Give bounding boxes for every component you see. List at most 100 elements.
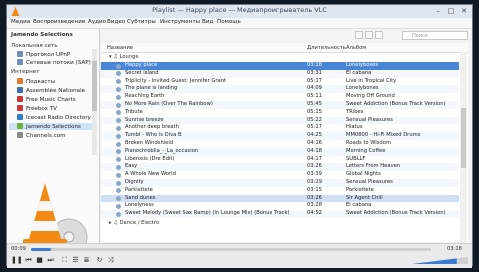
track-duration: 04:09 xyxy=(307,85,322,92)
column-album-header[interactable]: Альбом xyxy=(346,45,366,51)
track-title: Happy place xyxy=(125,62,158,68)
minimize-button[interactable]: – xyxy=(432,6,444,16)
volume-level xyxy=(412,258,457,264)
table-row[interactable]: Tumbl - Who is Diva B 04:25 MM0800 - Hi-Fi… xyxy=(101,132,459,140)
sidebar-item-channels[interactable]: Channels.com xyxy=(17,132,66,139)
menu-audio[interactable]: Аудио xyxy=(88,19,106,25)
extended-settings-button[interactable]: ☰ xyxy=(71,256,80,265)
track-title: Pianochroblia_-_La_occasion xyxy=(125,147,199,154)
track-duration: 05:17 xyxy=(307,124,322,131)
sidebar-item-freebox[interactable]: Freebox TV xyxy=(17,105,57,112)
playlist: Название Длительность Альбом ▾ ♫ Lounge … xyxy=(101,43,468,242)
shuffle-button[interactable]: ⤨ xyxy=(106,256,115,265)
table-row[interactable]: Happy place 03:18 Lonelyboxes xyxy=(101,62,459,70)
view-list-mode-button[interactable] xyxy=(365,31,373,39)
table-row[interactable]: Dignity 03:29 Sensual Pleasures xyxy=(101,179,459,187)
track-album: El cabana xyxy=(346,69,372,76)
track-icon xyxy=(116,79,121,85)
fullscreen-button[interactable]: ⛶ xyxy=(60,256,69,265)
playlist-scrollbar[interactable] xyxy=(460,52,467,242)
track-album: SUBLLF xyxy=(346,155,366,162)
sidebar-item-free-music-charts[interactable]: Free Music Charts xyxy=(17,96,76,103)
track-icon xyxy=(116,110,121,116)
column-title-header[interactable]: Название xyxy=(107,45,133,51)
menu-help[interactable]: Помощь xyxy=(217,19,241,25)
tv-icon xyxy=(17,105,23,111)
table-row[interactable]: Triplicity - Invited Guest: Jennifer Gra… xyxy=(101,78,459,86)
table-row[interactable]: Secret island 03:31 El cabana xyxy=(101,69,459,78)
track-icon xyxy=(116,125,121,131)
maximize-button[interactable]: □ xyxy=(445,6,457,16)
track-duration: 05:15 xyxy=(307,108,322,115)
menu-video[interactable]: Видео xyxy=(107,19,125,25)
menu-view[interactable]: Вид xyxy=(202,19,213,25)
menu-subtitles[interactable]: Субтитры xyxy=(127,19,156,25)
sidebar-item-label: Jamendo Selections xyxy=(26,124,81,130)
sidebar-item-sap[interactable]: Сетевые потоки (SAP) xyxy=(17,59,91,66)
track-icon xyxy=(116,188,121,194)
track-album: Lonelybones xyxy=(346,85,379,92)
track-duration: 03:26 xyxy=(307,194,322,201)
sidebar-scrollbar[interactable] xyxy=(92,49,97,155)
table-row[interactable]: Sunrise breeze 05:22 Sensual Pleasures xyxy=(101,116,459,125)
table-row[interactable]: Parkisttete 03:15 Parkisttete xyxy=(101,187,459,195)
track-icon xyxy=(116,149,121,155)
playlist-group-lounge[interactable]: ▾ ♫ Lounge xyxy=(109,54,139,60)
seek-bar[interactable] xyxy=(31,248,431,251)
sidebar-item-podcasts[interactable]: Подкасты xyxy=(17,78,55,85)
table-row[interactable]: Sand dunes 03:26 Sir Agent Chill xyxy=(101,194,459,203)
table-row[interactable]: A Whole New World 03:39 Global Nights xyxy=(101,171,459,179)
table-row[interactable]: Liberosis (Dre Edit) 04:17 SUBLLF xyxy=(101,156,459,164)
podcast-icon xyxy=(17,78,23,84)
track-title: Tribute xyxy=(125,108,143,115)
menu-tools[interactable]: Инструменты xyxy=(160,19,200,25)
table-row[interactable]: Easy 03:26 Letters From Heaven xyxy=(101,163,459,172)
sidebar-item-jamendo[interactable]: Jamendo Selections xyxy=(9,123,93,130)
volume-slider[interactable] xyxy=(412,257,468,264)
radio-icon xyxy=(17,114,23,120)
sidebar-item-assemblee[interactable]: Assemblée Nationale xyxy=(17,87,85,94)
sidebar-item-label: Сетевые потоки (SAP) xyxy=(26,60,91,66)
track-title: No More Rain (Over The Rainbow) xyxy=(125,101,213,107)
stop-button[interactable]: ■ xyxy=(35,256,44,265)
table-row[interactable]: Reaching Earth 05:11 Moving Off Ground xyxy=(101,93,459,101)
track-icon xyxy=(116,63,121,69)
close-button[interactable]: ✕ xyxy=(458,6,470,16)
table-row[interactable]: No More Rain (Over The Rainbow) 05:45 Swee… xyxy=(101,101,459,109)
table-row[interactable]: Pianochroblia_-_La_occasion 04:18 Morning … xyxy=(101,147,459,156)
track-duration: 04:16 xyxy=(307,140,322,146)
group-label: Dance / Electro xyxy=(119,220,160,226)
track-duration: 03:39 xyxy=(307,171,322,178)
table-row[interactable]: Lonelyness 03:28 El cabana xyxy=(101,202,459,210)
sidebar-item-upnp[interactable]: Протокол UPnP xyxy=(17,51,70,58)
tv-icon xyxy=(17,87,23,93)
table-row[interactable]: The plane is landing 04:09 Lonelybones xyxy=(101,85,459,94)
playlist-group-dance[interactable]: ▸ ♫ Dance / Electro xyxy=(109,220,159,226)
pause-button[interactable]: ❚❚ xyxy=(11,256,23,265)
next-button[interactable]: ⏭ xyxy=(46,256,55,265)
playlist-scrollbar-thumb[interactable] xyxy=(461,108,466,168)
search-input[interactable]: Поиск xyxy=(402,31,468,40)
playlist-toggle-button[interactable]: ≣ xyxy=(82,256,91,265)
view-detail-mode-button[interactable] xyxy=(375,31,383,39)
menu-media[interactable]: Медиа xyxy=(11,19,30,25)
vlc-window: Playlist — Happy place — Медиапроигрыват… xyxy=(6,4,473,268)
previous-button[interactable]: ⏮ xyxy=(24,256,33,265)
menu-playback[interactable]: Воспроизведение xyxy=(33,19,85,25)
column-duration-header[interactable]: Длительность xyxy=(307,45,346,51)
table-row[interactable]: Sweet Melody (Sweet Sax Ramp) (In Lounge… xyxy=(101,210,459,218)
globe-icon xyxy=(17,132,23,138)
track-album: Letters From Heaven xyxy=(346,163,401,170)
track-album: El cabana xyxy=(346,202,372,209)
loop-button[interactable]: ↻ xyxy=(95,256,104,265)
table-row[interactable]: Another deep breath 05:17 Hiatus xyxy=(101,124,459,132)
sidebar-scrollbar-thumb[interactable] xyxy=(92,61,97,111)
track-icon xyxy=(116,203,121,209)
table-row[interactable]: Tribute 05:15 TRibes xyxy=(101,109,459,117)
table-row[interactable]: Broken Windshield 04:16 Roads to Wisdom xyxy=(101,140,459,148)
title-bar: Playlist — Happy place — Медиапроигрыват… xyxy=(7,5,472,19)
sidebar-item-icecast[interactable]: Icecast Radio Directory xyxy=(17,114,91,121)
track-duration: 04:17 xyxy=(307,155,322,162)
view-icon-mode-button[interactable] xyxy=(355,31,363,39)
seek-progress xyxy=(31,248,51,251)
